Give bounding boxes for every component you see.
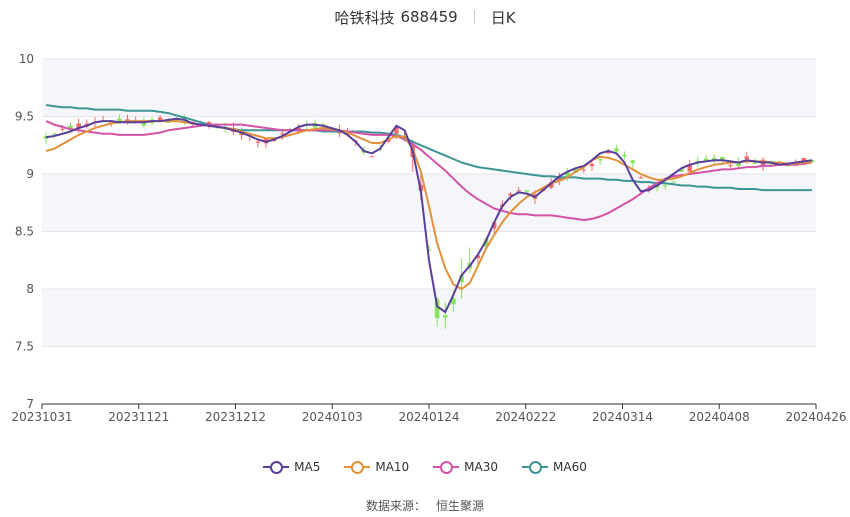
candle-body xyxy=(744,156,749,160)
candle-body xyxy=(622,154,627,157)
y-tick-label: 9.5 xyxy=(15,110,34,124)
y-tick-label: 7.5 xyxy=(15,340,34,354)
candle-body xyxy=(589,163,595,167)
data-source: 数据来源： 恒生聚源 xyxy=(0,497,850,514)
candle-body xyxy=(516,190,521,192)
legend-swatch-ma60 xyxy=(522,460,549,474)
legend-label-ma30: MA30 xyxy=(464,460,499,474)
source-label: 数据来源： xyxy=(365,499,426,513)
legend-item-ma30[interactable]: MA30 xyxy=(433,460,498,474)
y-tick-label: 8.5 xyxy=(15,225,34,239)
source-name: 恒生聚源 xyxy=(436,499,485,513)
chart-legend: MA5 MA10 MA30 MA60 xyxy=(0,457,850,477)
candle-body xyxy=(255,141,261,143)
x-tick-label: 20231031 xyxy=(11,410,72,424)
legend-swatch-ma5 xyxy=(263,460,290,474)
x-tick-label: 20231121 xyxy=(108,410,169,424)
candle-body xyxy=(581,169,587,171)
legend-item-ma5[interactable]: MA5 xyxy=(263,460,320,474)
candle-body xyxy=(524,190,530,192)
candle-body xyxy=(663,185,668,187)
candle-body xyxy=(614,148,619,152)
candle-body xyxy=(671,181,676,183)
candle-body xyxy=(369,156,375,158)
y-tick-label: 7 xyxy=(26,397,34,411)
plot-band xyxy=(42,59,816,117)
x-axis: 20231031 20231121 20231212 20240103 20240124… xyxy=(11,403,847,424)
legend-label-ma5: MA5 xyxy=(294,460,321,474)
candle-body xyxy=(443,315,448,318)
x-tick-label: 20240408 xyxy=(689,410,750,424)
legend-label-ma10: MA10 xyxy=(375,460,410,474)
candle-body xyxy=(60,128,65,130)
legend-swatch-ma30 xyxy=(433,460,460,474)
x-tick-label: 20240103 xyxy=(302,410,363,424)
x-tick-label: 20240314 xyxy=(592,410,653,424)
candle-body xyxy=(597,159,603,161)
y-tick-label: 9 xyxy=(26,167,34,181)
x-tick-label: 20231212 xyxy=(205,410,266,424)
legend-swatch-ma10 xyxy=(344,460,371,474)
y-axis: 10 9.5 9 8.5 8 7.5 7 xyxy=(15,52,34,411)
candle-body xyxy=(728,165,733,167)
legend-label-ma60: MA60 xyxy=(553,460,587,474)
x-tick-label: 20240222 xyxy=(495,410,556,424)
y-tick-label: 10 xyxy=(19,52,34,66)
legend-item-ma10[interactable]: MA10 xyxy=(344,460,409,474)
x-tick-label: 20240124 xyxy=(398,410,459,424)
candle-body xyxy=(630,160,635,164)
y-tick-label: 8 xyxy=(26,282,34,296)
x-tick-label: 20240426 xyxy=(785,410,846,424)
candle-body xyxy=(638,177,644,179)
plot-band xyxy=(42,289,816,347)
candle-body xyxy=(51,133,57,135)
legend-item-ma60[interactable]: MA60 xyxy=(522,460,587,474)
candlestick-chart: 109.598.587.57 20231031 20231121 20231212 2… xyxy=(11,52,847,424)
